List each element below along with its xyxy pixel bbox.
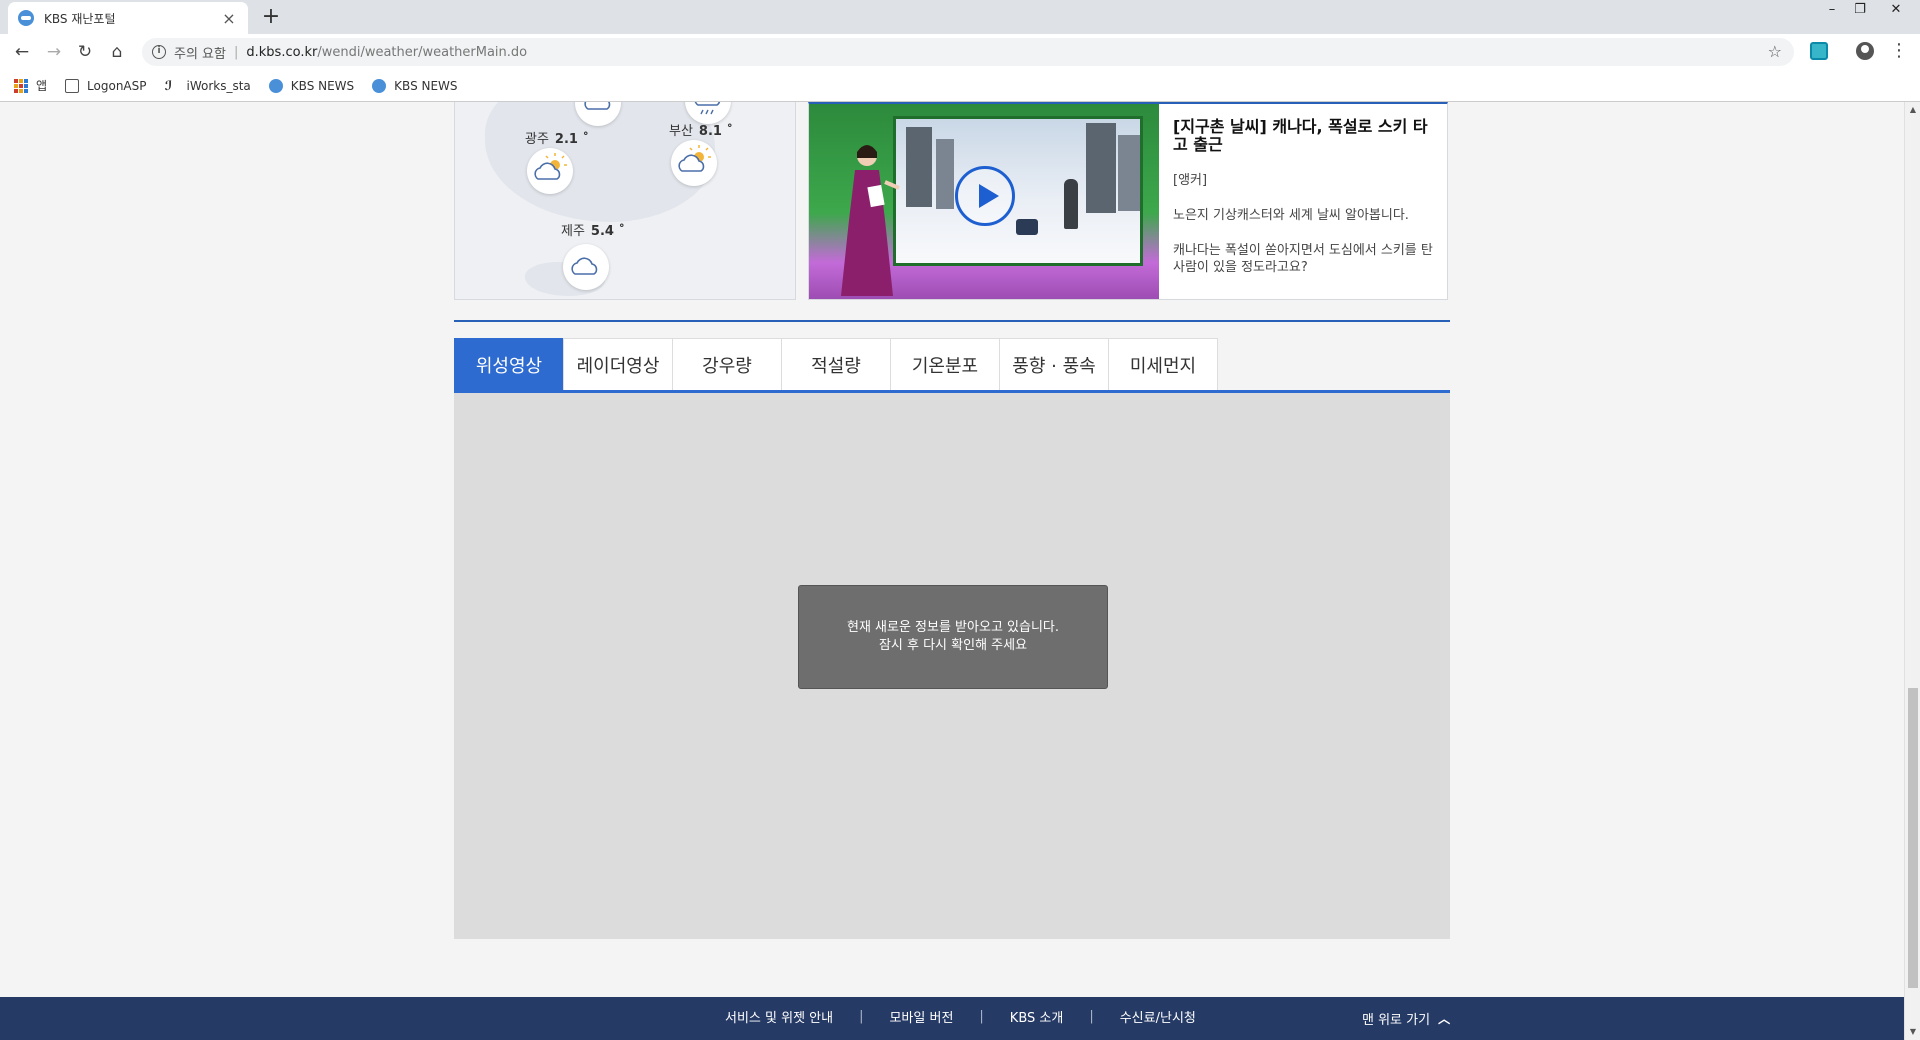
browser-tab[interactable]: KBS 재난포털 ×: [8, 2, 248, 34]
cloudy-icon: [575, 102, 621, 126]
footer-links: 서비스 및 위젯 안내 | 모바일 버전 | KBS 소개 | 수신료/난시청: [725, 1007, 1196, 1026]
scrollbar-thumb[interactable]: [1908, 688, 1918, 988]
bookmark-iworks[interactable]: ℐ iWorks_sta: [164, 78, 251, 94]
address-bar[interactable]: i 주의 요함 | d.kbs.co.kr/wendi/weather/weat…: [142, 38, 1794, 66]
bookmark-label: KBS NEWS: [394, 78, 458, 93]
bookmarks-bar: 앱 LogonASP ℐ iWorks_sta KBS NEWS KBS NEW…: [0, 70, 1920, 102]
tab-rainfall[interactable]: 강우량: [672, 338, 782, 390]
weather-tabs: 위성영상 레이더영상 강우량 적설량 기온분포 풍향 · 풍속 미세먼지: [454, 338, 1450, 393]
reload-button[interactable]: ↻: [73, 40, 97, 64]
site-footer: 서비스 및 위젯 안내 | 모바일 버전 | KBS 소개 | 수신료/난시청 …: [0, 997, 1904, 1040]
back-button[interactable]: ←: [10, 40, 34, 64]
city-jeju: 제주 5.4 ˚: [561, 220, 625, 239]
page-icon: [65, 78, 80, 93]
tab-wind[interactable]: 풍향 · 풍속: [999, 338, 1109, 390]
info-icon[interactable]: i: [152, 45, 166, 59]
footer-link-service[interactable]: 서비스 및 위젯 안내: [725, 1007, 833, 1026]
loading-message: 현재 새로운 정보를 받아오고 있습니다. 잠시 후 다시 확인해 주세요: [798, 585, 1108, 689]
page-scrollbar[interactable]: ▲ ▼: [1904, 102, 1920, 1040]
tab-snowfall[interactable]: 적설량: [781, 338, 891, 390]
close-window-button[interactable]: ✕: [1876, 0, 1916, 20]
tab-temperature[interactable]: 기온분포: [890, 338, 1000, 390]
city-busan: 부산 8.1 ˚: [669, 120, 733, 139]
browser-menu-icon[interactable]: ⋮: [1890, 40, 1908, 61]
play-icon[interactable]: [955, 166, 1015, 226]
chevron-up-icon: ︿: [1438, 1012, 1451, 1026]
news-title[interactable]: [지구촌 날씨] 캐나다, 폭설로 스키 타고 출근: [1173, 118, 1435, 154]
city-gwangju: 광주 2.1 ˚: [525, 128, 589, 147]
bookmark-apps[interactable]: 앱: [14, 77, 47, 94]
forward-button[interactable]: →: [42, 40, 66, 64]
bookmark-label: iWorks_sta: [186, 78, 251, 93]
news-paragraph: 캐나다는 폭설이 쏟아지면서 도심에서 스키를 탄 사람이 있을 정도라고요?: [1173, 243, 1433, 275]
footer-separator: |: [859, 1009, 864, 1024]
kbs-icon: [268, 78, 283, 93]
scroll-down-arrow-icon[interactable]: ▼: [1905, 1024, 1920, 1040]
tab-close-icon[interactable]: ×: [220, 9, 238, 28]
browser-toolbar: ← → ↻ ⌂ i 주의 요함 | d.kbs.co.kr/wendi/weat…: [0, 34, 1920, 70]
city-name: 부산: [669, 124, 693, 139]
extension-icon[interactable]: [1810, 42, 1828, 60]
new-tab-button[interactable]: +: [258, 4, 284, 30]
footer-separator: |: [979, 1009, 984, 1024]
iworks-logo-icon: ℐ: [164, 78, 173, 94]
cloudy-icon: [563, 244, 609, 290]
tab-title: KBS 재난포털: [44, 11, 116, 26]
scroll-up-arrow-icon[interactable]: ▲: [1905, 102, 1920, 118]
url-separator: |: [233, 44, 239, 60]
browser-tab-strip: KBS 재난포털 × + – ❐ ✕: [0, 0, 1920, 34]
footer-link-license-fee[interactable]: 수신료/난시청: [1120, 1007, 1196, 1026]
loading-line-2: 잠시 후 다시 확인해 주세요: [878, 638, 1028, 653]
news-card[interactable]: [지구촌 날씨] 캐나다, 폭설로 스키 타고 출근 [앵커] 노은지 기상캐스…: [808, 102, 1448, 300]
home-button[interactable]: ⌂: [105, 40, 129, 64]
news-video-thumbnail[interactable]: [809, 104, 1159, 299]
satellite-panel: 현재 새로운 정보를 받아오고 있습니다. 잠시 후 다시 확인해 주세요: [454, 393, 1450, 939]
page-content: 광주 2.1 ˚ 부산 8.1 ˚ 제주 5.4 ˚ [지구촌 날씨] 캐나다,…: [0, 102, 1904, 999]
url-host: d.kbs.co.kr: [246, 44, 318, 60]
city-name: 광주: [525, 132, 549, 147]
apps-grid-icon: [14, 78, 28, 93]
bookmark-label: LogonASP: [87, 78, 147, 93]
bookmark-logonasp[interactable]: LogonASP: [65, 78, 147, 93]
loading-line-1: 현재 새로운 정보를 받아오고 있습니다.: [846, 620, 1060, 635]
partly-cloudy-icon: [671, 140, 717, 186]
partly-cloudy-icon: [527, 148, 573, 194]
studio-screen: [893, 116, 1143, 266]
bookmark-label: KBS NEWS: [290, 78, 355, 93]
kbs-icon: [372, 78, 387, 93]
city-temp: 2.1 ˚: [554, 132, 589, 147]
bookmark-star-icon[interactable]: ☆: [1768, 42, 1782, 61]
tab-satellite[interactable]: 위성영상: [454, 338, 564, 390]
news-text: [지구촌 날씨] 캐나다, 폭설로 스키 타고 출근 [앵커] 노은지 기상캐스…: [1173, 118, 1435, 294]
bookmark-kbs-news-2[interactable]: KBS NEWS: [372, 78, 458, 93]
section-divider: [454, 320, 1450, 322]
bookmark-kbs-news-1[interactable]: KBS NEWS: [268, 78, 355, 93]
footer-link-mobile[interactable]: 모바일 버전: [889, 1007, 953, 1026]
city-temp: 5.4 ˚: [590, 224, 625, 239]
city-name: 제주: [561, 224, 585, 239]
tab-fine-dust[interactable]: 미세먼지: [1108, 338, 1218, 390]
weather-map[interactable]: 광주 2.1 ˚ 부산 8.1 ˚ 제주 5.4 ˚: [454, 102, 796, 300]
back-to-top-label: 맨 위로 가기: [1362, 1013, 1431, 1028]
kbs-favicon-icon: [18, 10, 34, 26]
news-paragraph: [앵커]: [1173, 173, 1208, 188]
tab-radar[interactable]: 레이더영상: [563, 338, 673, 390]
bookmark-label: 앱: [36, 79, 48, 93]
footer-link-about-kbs[interactable]: KBS 소개: [1010, 1007, 1064, 1026]
city-temp: 8.1 ˚: [698, 124, 733, 139]
back-to-top-button[interactable]: 맨 위로 가기 ︿: [1362, 1009, 1450, 1028]
restore-button[interactable]: ❐: [1840, 0, 1880, 20]
news-paragraph: 노은지 기상캐스터와 세계 날씨 알아봅니다.: [1173, 208, 1409, 223]
anchor-figure: [841, 145, 900, 296]
footer-separator: |: [1089, 1009, 1094, 1024]
url-path: /wendi/weather/weatherMain.do: [317, 44, 528, 60]
account-icon[interactable]: [1856, 42, 1874, 60]
security-label: 주의 요함: [174, 46, 226, 62]
